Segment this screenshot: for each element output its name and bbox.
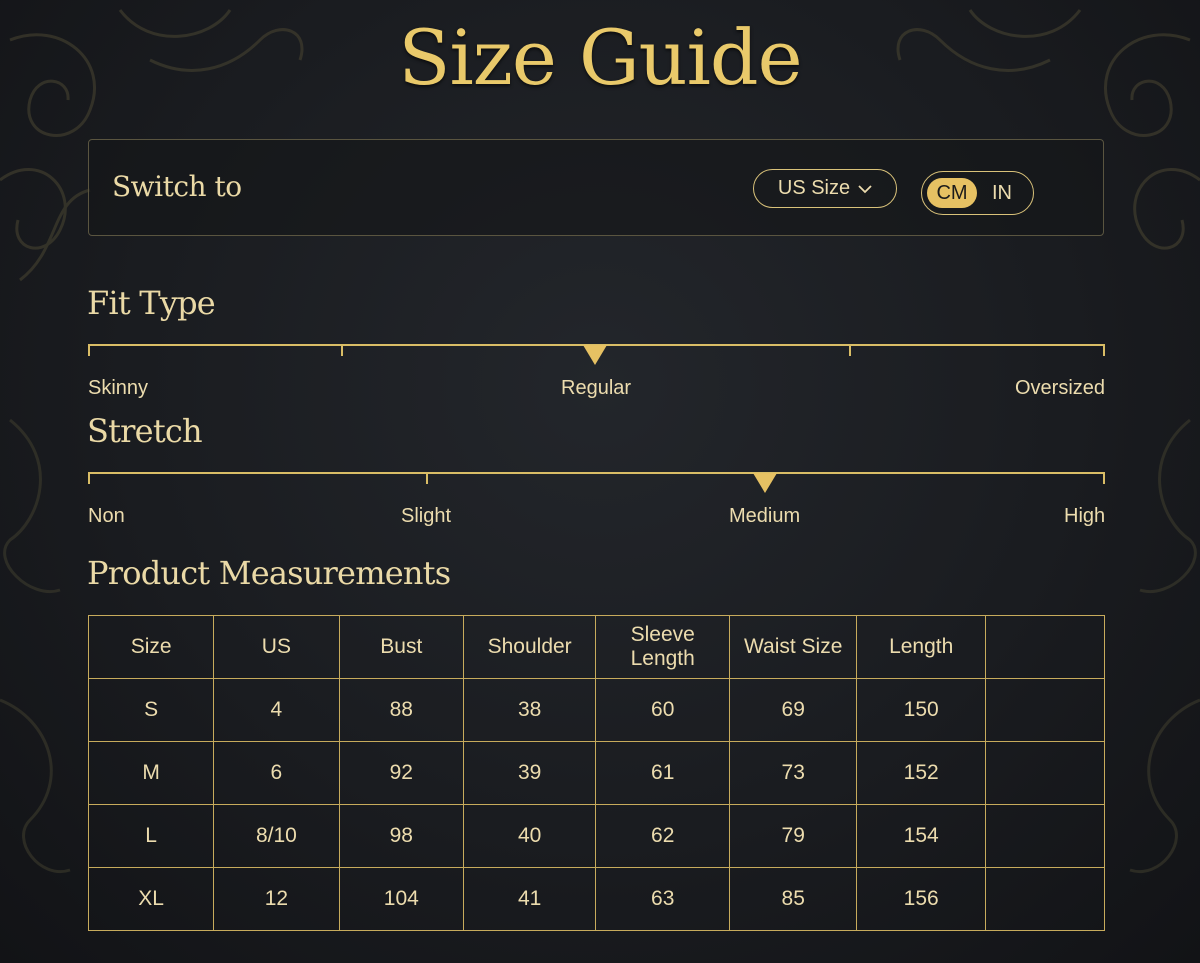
stretch-label-slight: Slight <box>401 505 452 527</box>
page-title: Size Guide <box>398 13 802 102</box>
measurements-heading: Product Measurements <box>87 554 451 592</box>
size-system-value: US Size <box>777 177 851 199</box>
fit-type-scale <box>88 344 1105 374</box>
column-header: Length <box>856 615 987 679</box>
table-cell: 104 <box>338 867 465 931</box>
table-cell: 12 <box>213 867 340 931</box>
triangle-marker-icon <box>753 473 777 493</box>
column-header: US <box>213 615 340 679</box>
table-cell: 88 <box>338 678 465 742</box>
column-header: Bust <box>338 615 465 679</box>
triangle-marker-icon <box>583 345 607 365</box>
table-cell: 79 <box>729 804 858 868</box>
table-cell: 60 <box>595 678 731 742</box>
table-cell: 41 <box>463 867 597 931</box>
table-cell: 98 <box>338 804 465 868</box>
table-cell: 85 <box>729 867 858 931</box>
switch-label: Switch to <box>112 170 242 203</box>
measurements-table-wrap: Size US Bust Shoulder Sleeve Length Wais… <box>88 615 1105 931</box>
table-cell: 4 <box>213 678 340 742</box>
table-row: M 6 92 39 61 73 152 <box>88 741 1105 805</box>
table-cell: 38 <box>463 678 597 742</box>
table-cell: M <box>88 741 215 805</box>
scale-tick <box>1103 472 1105 484</box>
table-cell-overflow <box>985 741 1105 805</box>
table-cell: L <box>88 804 215 868</box>
scale-tick <box>88 472 90 484</box>
measurements-table: Size US Bust Shoulder Sleeve Length Wais… <box>88 615 1105 931</box>
stretch-scale <box>88 472 1105 502</box>
table-cell: S <box>88 678 215 742</box>
scale-tick <box>88 344 90 356</box>
column-header: Sleeve Length <box>595 615 731 679</box>
switch-panel: Switch to US Size CM IN <box>88 139 1104 236</box>
table-cell: 62 <box>595 804 731 868</box>
table-cell: 39 <box>463 741 597 805</box>
table-cell: 40 <box>463 804 597 868</box>
unit-toggle[interactable]: CM IN <box>921 171 1034 215</box>
table-cell: 69 <box>729 678 858 742</box>
scale-tick <box>341 344 343 356</box>
scale-line <box>88 472 1105 474</box>
table-header-row: Size US Bust Shoulder Sleeve Length Wais… <box>88 615 1105 679</box>
scale-tick <box>426 472 428 484</box>
column-header: Waist Size <box>729 615 858 679</box>
table-cell: 156 <box>856 867 987 931</box>
chevron-down-icon <box>858 184 872 193</box>
table-cell-overflow <box>985 678 1105 742</box>
stretch-heading: Stretch <box>87 412 203 450</box>
column-header: Size <box>88 615 215 679</box>
filigree-ornament-icon <box>1129 418 1200 874</box>
scale-tick <box>1103 344 1105 356</box>
fit-type-heading: Fit Type <box>87 284 216 322</box>
size-system-dropdown[interactable]: US Size <box>753 169 897 208</box>
table-cell: 154 <box>856 804 987 868</box>
unit-option-cm[interactable]: CM <box>927 178 977 208</box>
table-cell: 8/10 <box>213 804 340 868</box>
table-cell: 152 <box>856 741 987 805</box>
unit-option-in[interactable]: IN <box>980 178 1024 208</box>
fit-label-oversized: Oversized <box>1015 377 1106 399</box>
table-cell: 6 <box>213 741 340 805</box>
column-header: Shoulder <box>463 615 597 679</box>
scale-tick <box>849 344 851 356</box>
table-cell: XL <box>88 867 215 931</box>
table-cell-overflow <box>985 867 1105 931</box>
column-header-overflow <box>985 615 1105 679</box>
table-cell: 63 <box>595 867 731 931</box>
table-cell: 61 <box>595 741 731 805</box>
stretch-label-non: Non <box>88 505 125 527</box>
table-cell: 150 <box>856 678 987 742</box>
stretch-label-high: High <box>1064 505 1106 527</box>
table-cell: 92 <box>338 741 465 805</box>
table-cell-overflow <box>985 804 1105 868</box>
table-row: L 8/10 98 40 62 79 154 <box>88 804 1105 868</box>
fit-label-skinny: Skinny <box>88 377 149 399</box>
fit-label-regular: Regular <box>561 377 632 399</box>
table-cell: 73 <box>729 741 858 805</box>
stretch-label-medium: Medium <box>729 505 801 527</box>
table-row: S 4 88 38 60 69 150 <box>88 678 1105 742</box>
filigree-ornament-icon <box>0 418 71 874</box>
table-row: XL 12 104 41 63 85 156 <box>88 867 1105 931</box>
